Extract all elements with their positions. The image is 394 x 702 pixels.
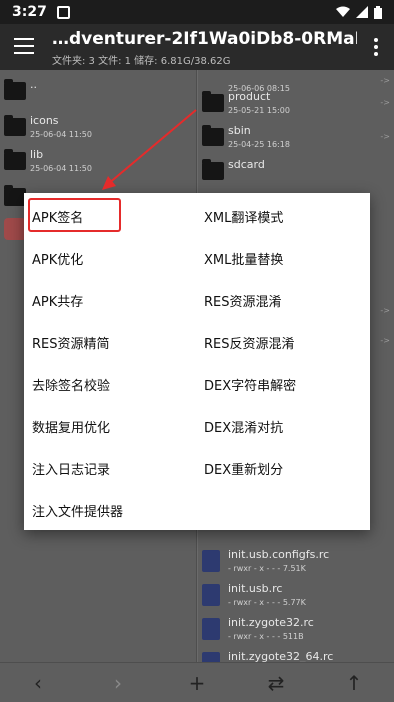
file-row-sbin[interactable]: sbin 25-04-25 16:18 -> <box>198 120 394 156</box>
file-date: 25-06-04 11:50 <box>30 164 92 173</box>
file-date: 25-04-25 16:18 <box>228 140 290 149</box>
link-arrow: -> <box>380 306 390 315</box>
file-row-init-zygote32-64[interactable]: init.zygote32_64.rc <box>198 646 394 662</box>
file-meta: - rwxr - x - - - 5.77K <box>228 598 306 607</box>
folder-icon <box>202 159 224 180</box>
file-name: init.usb.rc <box>228 582 283 595</box>
status-time: 3:27 <box>12 4 47 20</box>
file-row-init-zygote32[interactable]: init.zygote32.rc - rwxr - x - - - 511B <box>198 612 394 648</box>
menu-item-res-shrink[interactable]: RES资源精简 <box>32 333 110 352</box>
menu-item-data-reuse-optimize[interactable]: 数据复用优化 <box>32 417 110 436</box>
link-arrow: -> <box>380 336 390 345</box>
folder-icon <box>202 125 224 146</box>
file-date: 25-06-04 11:50 <box>30 130 92 139</box>
file-icon <box>202 550 220 572</box>
status-icons <box>336 5 382 19</box>
menu-item-res-deobfuscate[interactable]: RES反资源混淆 <box>204 333 295 352</box>
file-meta: - rwxr - x - - - 511B <box>228 632 304 641</box>
bottom-toolbar: ‹ › + ⇄ ↑ <box>0 662 394 702</box>
app-bar: …dventurer-2If1Wa0iDb8-0RMaHrdQtg==/ 文件夹… <box>0 24 394 70</box>
storage-info: 文件夹: 3 文件: 1 储存: 6.81G/38.62G <box>52 56 231 67</box>
back-button[interactable]: ‹ <box>26 671 50 695</box>
more-options-icon[interactable] <box>374 38 378 59</box>
file-meta: - rwxr - x - - - 7.51K <box>228 564 306 573</box>
file-row-icons[interactable]: icons 25-06-04 11:50 <box>0 110 196 146</box>
menu-item-res-obfuscate[interactable]: RES资源混淆 <box>204 291 282 310</box>
link-arrow: -> <box>380 98 390 107</box>
folder-icon <box>4 185 26 206</box>
path-title: …dventurer-2If1Wa0iDb8-0RMaHrdQtg==/ <box>52 29 357 49</box>
file-name: icons <box>30 114 59 127</box>
file-name: sdcard <box>228 158 265 171</box>
menu-item-xml-batch-replace[interactable]: XML批量替换 <box>204 249 283 268</box>
folder-icon <box>4 79 26 100</box>
file-name: init.zygote32_64.rc <box>228 650 334 662</box>
file-icon <box>202 652 220 662</box>
file-row-init-usb[interactable]: init.usb.rc - rwxr - x - - - 5.77K <box>198 578 394 614</box>
menu-item-remove-sign-check[interactable]: 去除签名校验 <box>32 375 110 394</box>
file-row-init-usb-configfs[interactable]: init.usb.configfs.rc - rwxr - x - - - 7.… <box>198 544 394 580</box>
link-arrow: -> <box>380 76 390 85</box>
file-name: init.usb.configfs.rc <box>228 548 330 561</box>
folder-icon <box>202 91 224 112</box>
file-date: 25-05-21 15:00 <box>228 106 290 115</box>
wifi-icon <box>336 6 350 17</box>
file-row-product[interactable]: product 25-05-21 15:00 -> <box>198 86 394 122</box>
up-directory-button[interactable]: ↑ <box>342 671 366 695</box>
file-row-lib[interactable]: lib 25-06-04 11:50 <box>0 144 196 180</box>
menu-item-inject-file-provider[interactable]: 注入文件提供器 <box>32 501 123 520</box>
file-name: sbin <box>228 124 251 137</box>
menu-icon[interactable] <box>14 38 34 54</box>
file-name: product <box>228 90 271 103</box>
file-row-parent[interactable]: .. <box>0 74 196 110</box>
menu-item-dex-anti-obfuscate[interactable]: DEX混淆对抗 <box>204 417 283 436</box>
notification-icon <box>56 5 70 19</box>
menu-item-dex-repartition[interactable]: DEX重新划分 <box>204 459 283 478</box>
folder-icon <box>4 149 26 170</box>
battery-icon <box>374 5 382 19</box>
link-arrow: -> <box>380 132 390 141</box>
folder-icon <box>4 115 26 136</box>
file-row-sdcard[interactable]: sdcard <box>198 154 394 190</box>
file-icon <box>202 584 220 606</box>
menu-item-apk-optimize[interactable]: APK优化 <box>32 249 83 268</box>
forward-button[interactable]: › <box>106 671 130 695</box>
file-name: init.zygote32.rc <box>228 616 314 629</box>
file-name: lib <box>30 148 44 161</box>
status-bar: 3:27 <box>0 0 394 24</box>
menu-item-xml-translate[interactable]: XML翻译模式 <box>204 207 283 226</box>
signal-icon <box>356 6 368 18</box>
add-button[interactable]: + <box>185 671 209 695</box>
tools-menu-dialog: APK签名 XML翻译模式 APK优化 XML批量替换 APK共存 RES资源混… <box>24 193 370 530</box>
menu-item-inject-log[interactable]: 注入日志记录 <box>32 459 110 478</box>
menu-item-apk-coexist[interactable]: APK共存 <box>32 291 83 310</box>
file-name: .. <box>30 78 37 91</box>
file-icon <box>202 618 220 640</box>
menu-item-dex-string-decrypt[interactable]: DEX字符串解密 <box>204 375 296 394</box>
highlight-box <box>28 198 121 232</box>
swap-panes-button[interactable]: ⇄ <box>264 671 288 695</box>
app-file-icon <box>4 218 26 240</box>
